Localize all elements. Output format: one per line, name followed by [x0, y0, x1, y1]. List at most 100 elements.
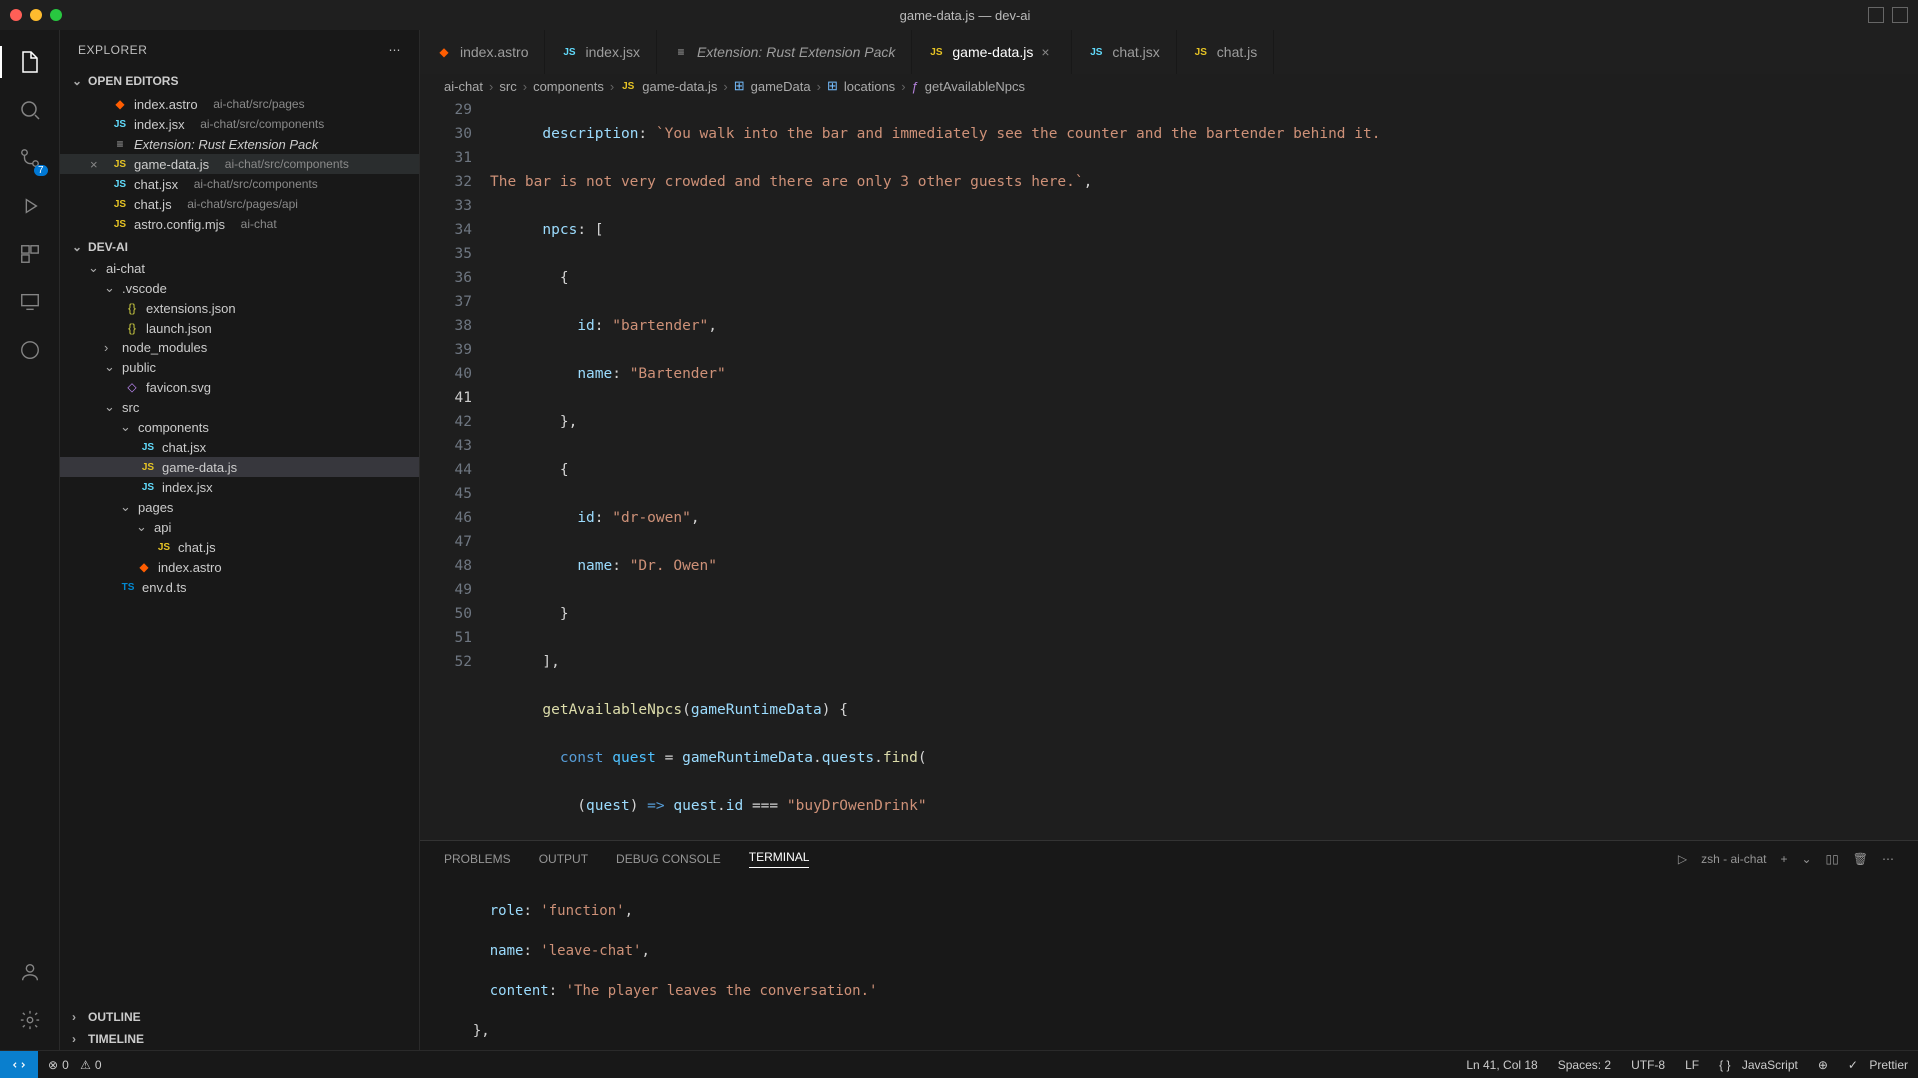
tree-folder[interactable]: ⌄src: [60, 397, 419, 417]
js-icon: JS: [1193, 44, 1209, 60]
tree-folder[interactable]: ⌄ai-chat: [60, 258, 419, 278]
open-editors-header[interactable]: ⌄OPEN EDITORS: [60, 70, 419, 92]
debug-activity-icon[interactable]: [10, 186, 50, 226]
status-prettier[interactable]: ✓ Prettier: [1838, 1058, 1918, 1072]
open-editor-item[interactable]: ×JSgame-data.js ai-chat/src/components: [60, 154, 419, 174]
editor-tab[interactable]: ◆index.astro: [420, 30, 545, 74]
editor-tab[interactable]: JSchat.js: [1177, 30, 1274, 74]
timeline-header[interactable]: ›TIMELINE: [60, 1028, 419, 1050]
terminal-play-icon[interactable]: ▷: [1678, 852, 1687, 866]
tree-file[interactable]: JSchat.jsx: [60, 437, 419, 457]
js-icon: JS: [112, 216, 128, 232]
terminal-dropdown-icon[interactable]: ⌄: [1801, 852, 1811, 866]
breadcrumb[interactable]: ai-chat› src› components› JSgame-data.js…: [420, 74, 1918, 98]
remote-indicator[interactable]: [0, 1051, 38, 1078]
open-editor-item[interactable]: ×≡Extension: Rust Extension Pack: [60, 134, 419, 154]
tree-folder[interactable]: ⌄components: [60, 417, 419, 437]
astro-icon: ◆: [436, 44, 452, 60]
terminal-trash-icon[interactable]: 🗑: [1853, 852, 1868, 866]
settings-activity-icon[interactable]: [10, 1000, 50, 1040]
status-errors[interactable]: ⊗0 ⚠0: [38, 1058, 112, 1072]
close-icon[interactable]: ×: [90, 157, 106, 172]
code-body[interactable]: description: `You walk into the bar and …: [490, 98, 1918, 840]
editor[interactable]: 2930313233343536373839404142434445464748…: [420, 98, 1918, 840]
close-window-icon[interactable]: [10, 9, 22, 21]
tree-file[interactable]: ◇favicon.svg: [60, 377, 419, 397]
scm-activity-icon[interactable]: 7: [10, 138, 50, 178]
json-icon: {}: [124, 320, 140, 336]
layout-toggle2-icon[interactable]: [1892, 7, 1908, 23]
account-activity-icon[interactable]: [10, 952, 50, 992]
js-icon: JS: [140, 459, 156, 475]
react-icon: JS: [112, 176, 128, 192]
terminal-split-icon[interactable]: ▯▯: [1826, 852, 1839, 866]
extensions-activity-icon[interactable]: [10, 234, 50, 274]
open-editor-item[interactable]: ×◆index.astro ai-chat/src/pages: [60, 94, 419, 114]
explorer-activity-icon[interactable]: [10, 42, 50, 82]
terminal-add-icon[interactable]: +: [1780, 852, 1787, 866]
status-indent[interactable]: Spaces: 2: [1548, 1058, 1621, 1072]
panel-tab-debug[interactable]: DEBUG CONSOLE: [616, 852, 721, 866]
statusbar: ⊗0 ⚠0 Ln 41, Col 18 Spaces: 2 UTF-8 LF {…: [0, 1050, 1918, 1078]
react-icon: JS: [1088, 44, 1104, 60]
tree-file[interactable]: JSindex.jsx: [60, 477, 419, 497]
editor-tab[interactable]: JSchat.jsx: [1072, 30, 1176, 74]
panel-tab-terminal[interactable]: TERMINAL: [749, 850, 810, 868]
tree-file[interactable]: ◆index.astro: [60, 557, 419, 577]
status-eol[interactable]: LF: [1675, 1058, 1709, 1072]
titlebar: game-data.js — dev-ai: [0, 0, 1918, 30]
outline-header[interactable]: ›OUTLINE: [60, 1006, 419, 1028]
tree-file[interactable]: JSchat.js: [60, 537, 419, 557]
sidebar-title: EXPLORER: [78, 43, 147, 57]
js-icon: JS: [156, 539, 172, 555]
ts-icon: TS: [120, 579, 136, 595]
astro-icon: ◆: [112, 96, 128, 112]
react-icon: JS: [140, 479, 156, 495]
project-header[interactable]: ⌄DEV-AI: [60, 236, 419, 258]
scm-badge: 7: [34, 165, 48, 176]
terminal-name[interactable]: zsh - ai-chat: [1701, 852, 1766, 866]
remote-activity-icon[interactable]: [10, 282, 50, 322]
tree-folder[interactable]: ⌄.vscode: [60, 278, 419, 298]
tree-folder[interactable]: ›node_modules: [60, 338, 419, 357]
open-editor-item[interactable]: ×JSchat.js ai-chat/src/pages/api: [60, 194, 419, 214]
open-editor-item[interactable]: ×JSastro.config.mjs ai-chat: [60, 214, 419, 234]
window-title: game-data.js — dev-ai: [62, 8, 1868, 23]
editor-tab[interactable]: JSindex.jsx: [545, 30, 656, 74]
editor-tab[interactable]: ≡Extension: Rust Extension Pack: [657, 30, 912, 74]
activity-bar: 7: [0, 30, 60, 1050]
tree-folder[interactable]: ⌄public: [60, 357, 419, 377]
terminal-more-icon[interactable]: ⋯: [1882, 852, 1894, 866]
error-icon: ⊗: [48, 1058, 58, 1072]
status-language[interactable]: { } JavaScript: [1709, 1058, 1808, 1072]
js-icon: JS: [112, 196, 128, 212]
sidebar: EXPLORER ⋯ ⌄OPEN EDITORS ×◆index.astro a…: [60, 30, 420, 1050]
react-icon: JS: [112, 116, 128, 132]
more-icon[interactable]: ⋯: [389, 43, 402, 57]
close-tab-icon[interactable]: ×: [1041, 44, 1055, 60]
open-editor-item[interactable]: ×JSchat.jsx ai-chat/src/components: [60, 174, 419, 194]
tree-file[interactable]: {}launch.json: [60, 318, 419, 338]
tree-folder[interactable]: ⌄pages: [60, 497, 419, 517]
minimize-window-icon[interactable]: [30, 9, 42, 21]
panel-tab-output[interactable]: OUTPUT: [539, 852, 588, 866]
tree-file[interactable]: TSenv.d.ts: [60, 577, 419, 597]
maximize-window-icon[interactable]: [50, 9, 62, 21]
terminal-output[interactable]: role: 'function', name: 'leave-chat', co…: [420, 877, 1918, 1050]
edge-activity-icon[interactable]: [10, 330, 50, 370]
js-icon: JS: [928, 44, 944, 60]
astro-icon: ◆: [136, 559, 152, 575]
tree-folder[interactable]: ⌄api: [60, 517, 419, 537]
status-encoding[interactable]: UTF-8: [1621, 1058, 1675, 1072]
tree-file[interactable]: {}extensions.json: [60, 298, 419, 318]
status-cursor[interactable]: Ln 41, Col 18: [1456, 1058, 1547, 1072]
panel-tab-problems[interactable]: PROBLEMS: [444, 852, 511, 866]
warning-icon: ⚠: [80, 1058, 91, 1072]
search-activity-icon[interactable]: [10, 90, 50, 130]
tree-file[interactable]: JSgame-data.js: [60, 457, 419, 477]
editor-tab[interactable]: JSgame-data.js×: [912, 30, 1072, 74]
line-gutter: 2930313233343536373839404142434445464748…: [420, 98, 490, 840]
open-editor-item[interactable]: ×JSindex.jsx ai-chat/src/components: [60, 114, 419, 134]
layout-toggle-icon[interactable]: [1868, 7, 1884, 23]
status-feedback-icon[interactable]: ⊕: [1808, 1058, 1838, 1072]
